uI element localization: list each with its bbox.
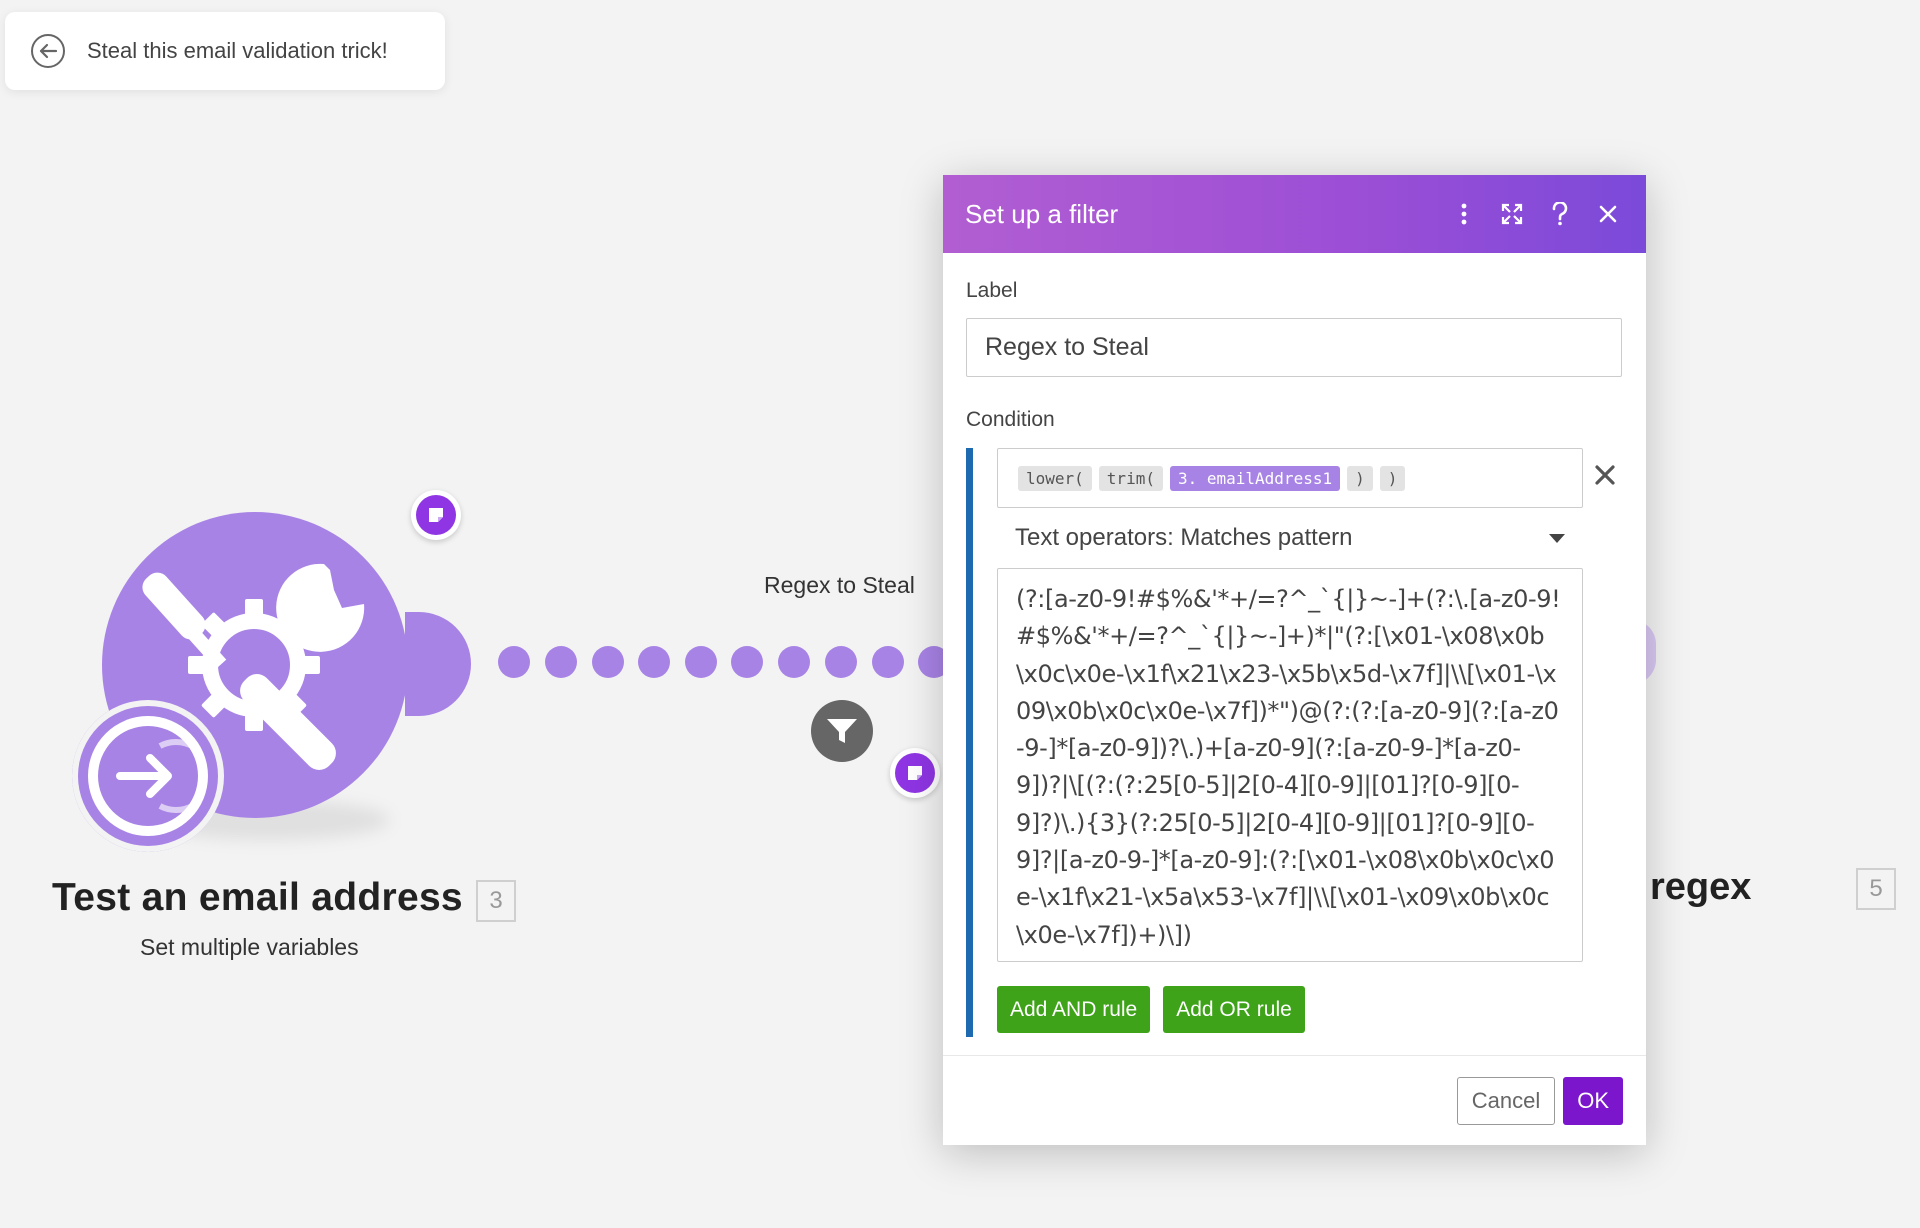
- dialog-header: Set up a filter: [943, 175, 1646, 253]
- route-dot: [731, 646, 763, 678]
- function-token[interactable]: lower(: [1018, 465, 1092, 491]
- bracket-token[interactable]: ): [1379, 465, 1406, 491]
- bracket-token[interactable]: ): [1347, 465, 1373, 491]
- module-title: Test an email address: [52, 876, 463, 919]
- add-or-rule-button[interactable]: Add OR rule: [1163, 986, 1305, 1033]
- route-dot: [825, 646, 857, 678]
- dialog-title: Set up a filter: [965, 198, 1119, 229]
- label-field-label: Label: [966, 279, 1018, 302]
- expand-icon[interactable]: [1496, 198, 1528, 230]
- variable-token[interactable]: 3. emailAddress1: [1169, 465, 1341, 491]
- operator-select[interactable]: Text operators: Matches pattern: [997, 508, 1583, 568]
- filter-icon[interactable]: [811, 700, 873, 762]
- more-options-icon[interactable]: [1448, 198, 1480, 230]
- route-dot: [685, 646, 717, 678]
- route-dot: [545, 646, 577, 678]
- condition-label: Condition: [966, 408, 1055, 431]
- route-dot: [592, 646, 624, 678]
- route-dot: [872, 646, 904, 678]
- condition-operand-field[interactable]: lower( trim( 3. emailAddress1 ) ): [997, 448, 1583, 508]
- back-arrow-icon[interactable]: [31, 34, 65, 68]
- rule-buttons: Add AND rule Add OR rule: [997, 986, 1622, 1033]
- remove-condition-icon[interactable]: [1590, 460, 1620, 490]
- right-module-title: regex: [1650, 866, 1752, 908]
- operator-value: Text operators: Matches pattern: [1015, 524, 1353, 551]
- scenario-breadcrumb: Steal this email validation trick!: [5, 12, 445, 90]
- right-module-number: 5: [1856, 868, 1896, 910]
- pattern-input[interactable]: (?:[a-z0-9!#$%&'*+/=?^_`{|}~-]+(?:\.[a-z…: [997, 568, 1583, 962]
- route-dot: [638, 646, 670, 678]
- add-and-rule-button[interactable]: Add AND rule: [997, 986, 1151, 1033]
- cancel-button[interactable]: Cancel: [1456, 1076, 1556, 1125]
- module-subtitle: Set multiple variables: [140, 934, 359, 960]
- condition-block: lower( trim( 3. emailAddress1 ) ) Text o…: [966, 448, 1622, 1037]
- note-icon[interactable]: [890, 748, 940, 798]
- trigger-arrow-icon: [98, 726, 213, 826]
- function-token[interactable]: trim(: [1098, 465, 1163, 491]
- module-number: 3: [476, 880, 516, 922]
- dialog-body: Label Regex to Steal Condition lower( tr…: [943, 253, 1646, 1037]
- chevron-down-icon: [1549, 533, 1565, 543]
- label-input[interactable]: Regex to Steal: [966, 318, 1622, 377]
- module-connector: [405, 612, 471, 716]
- scenario-title: Steal this email validation trick!: [87, 38, 388, 63]
- help-icon[interactable]: [1544, 198, 1576, 230]
- route-dot: [498, 646, 530, 678]
- route-dot: [778, 646, 810, 678]
- route-label[interactable]: Regex to Steal: [764, 572, 915, 599]
- ok-button[interactable]: OK: [1563, 1076, 1623, 1125]
- note-icon[interactable]: [411, 490, 461, 540]
- dialog-footer: Cancel OK: [943, 1055, 1646, 1145]
- close-icon[interactable]: [1592, 198, 1624, 230]
- filter-dialog: Set up a filter Label Regex to Steal Con…: [943, 175, 1646, 1145]
